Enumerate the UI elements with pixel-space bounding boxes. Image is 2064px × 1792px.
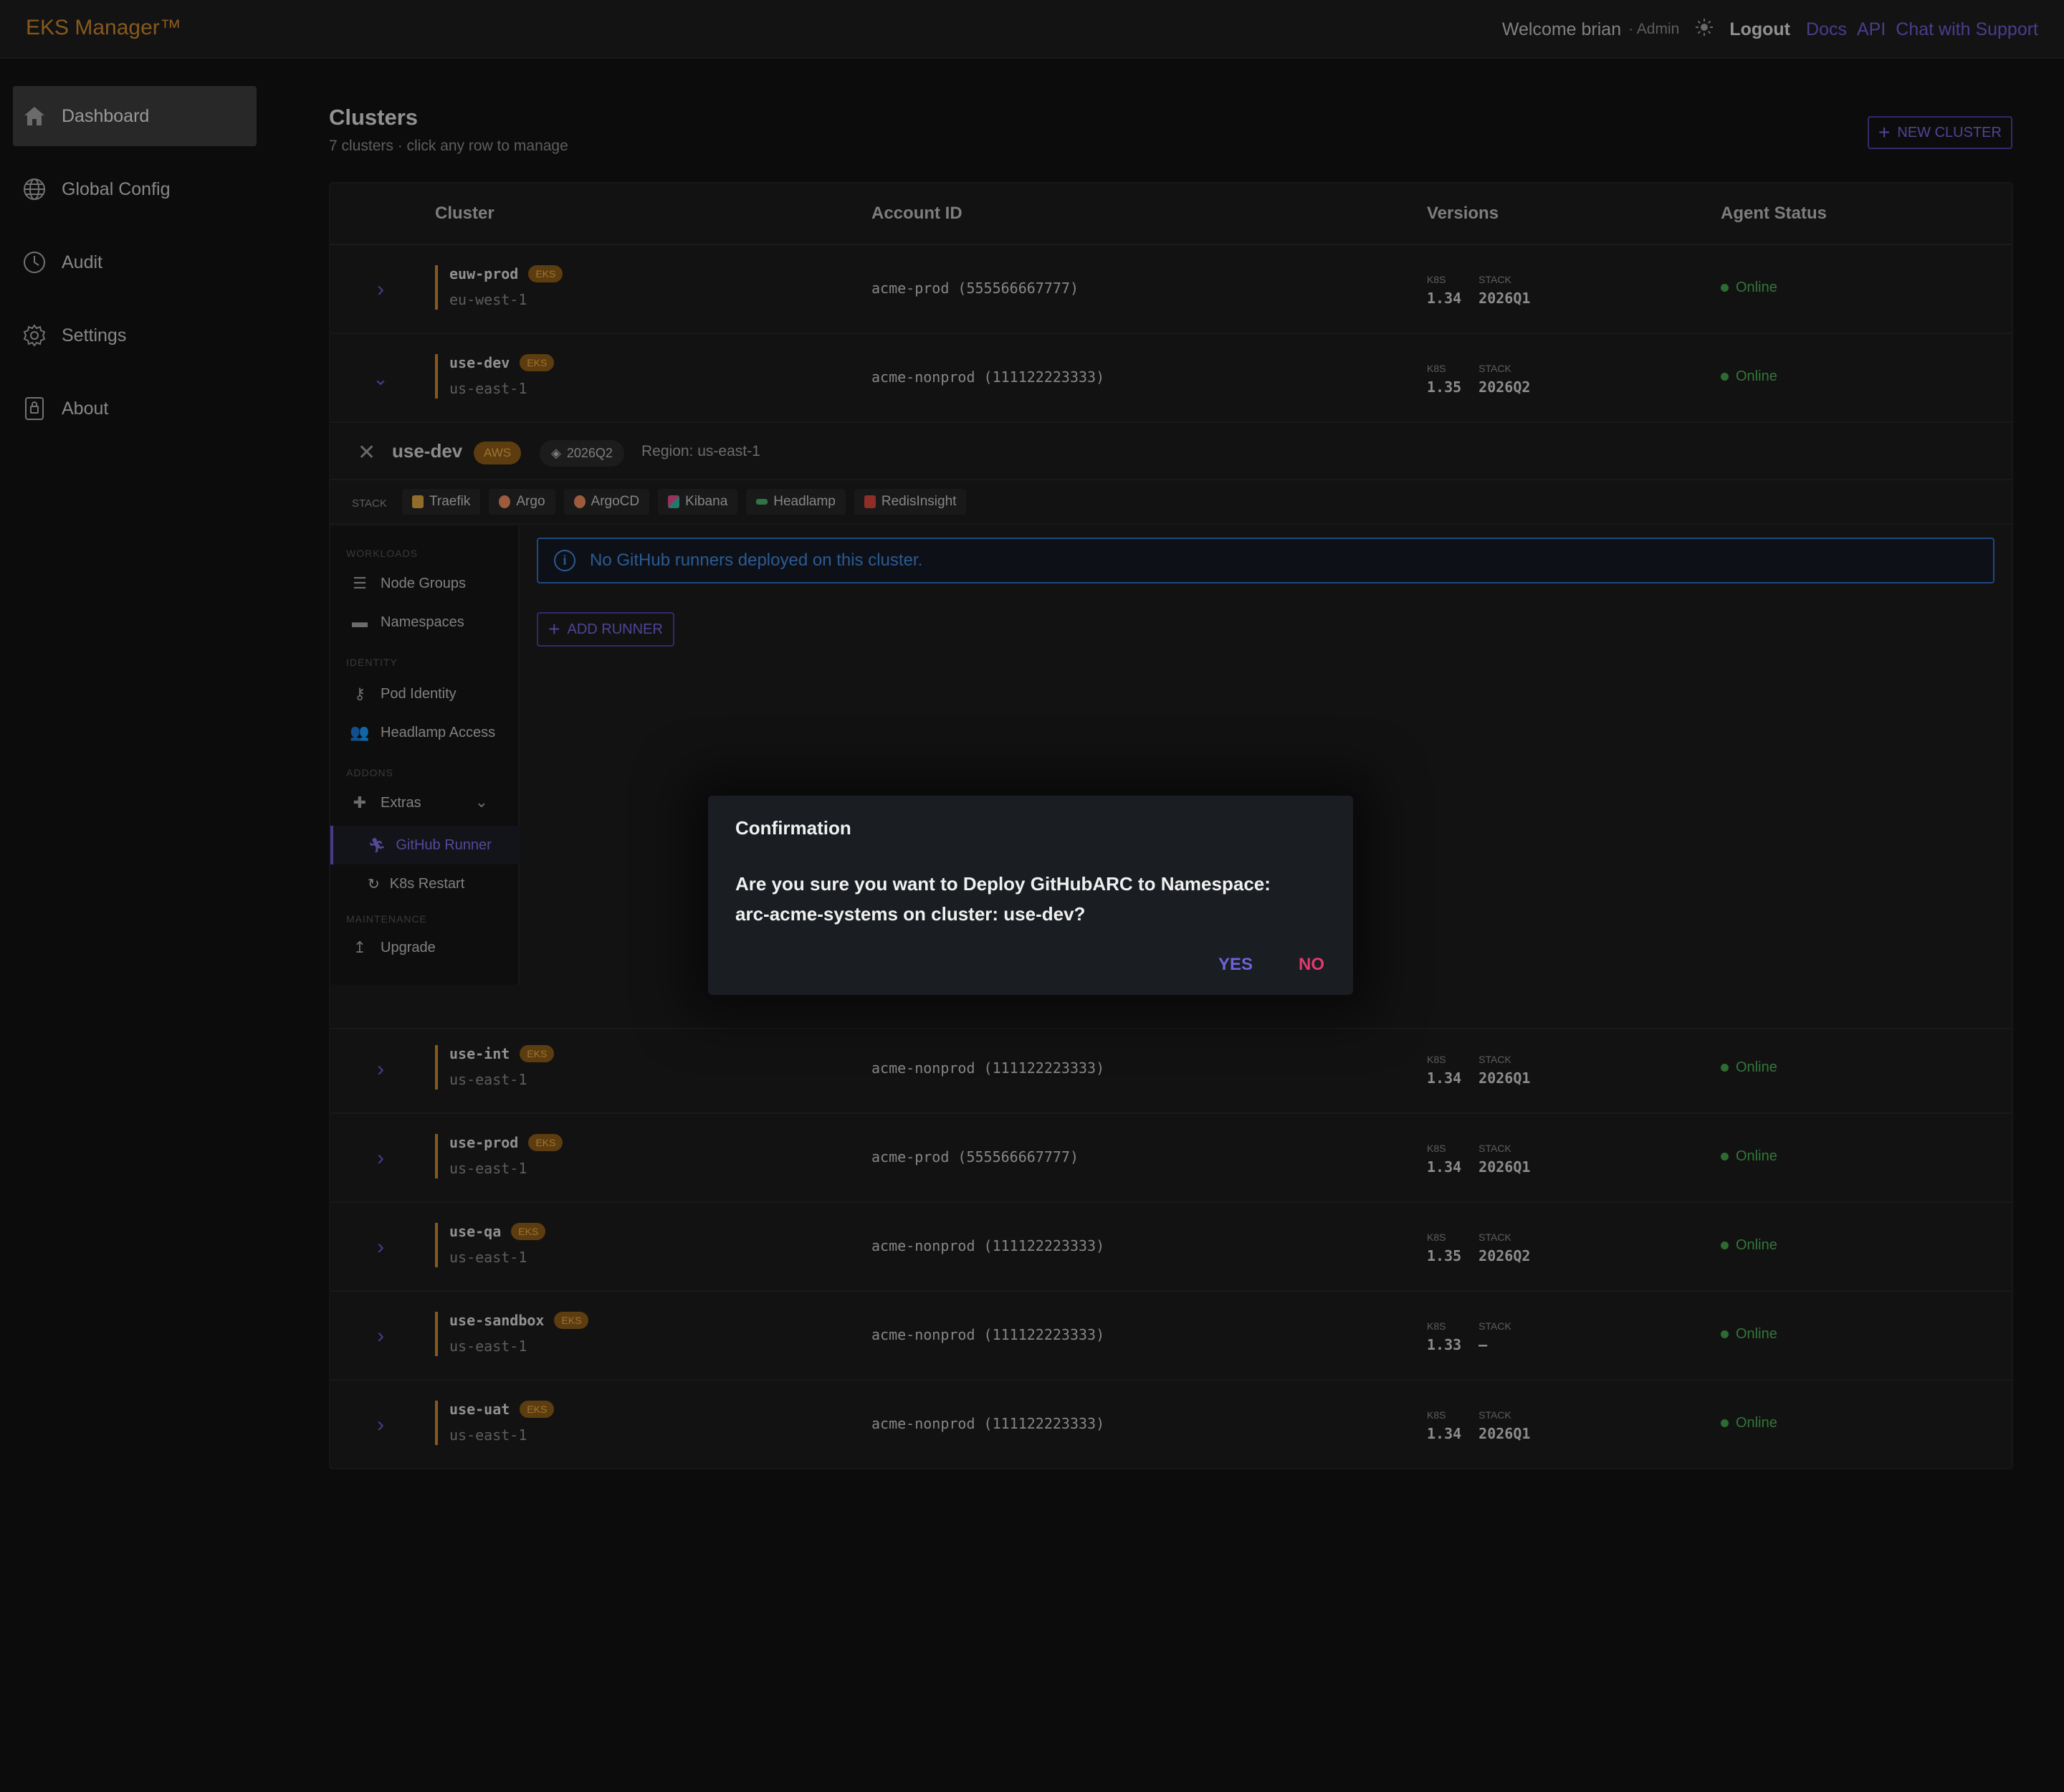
dialog-title: Confirmation <box>735 817 851 839</box>
confirm-yes-button[interactable]: YES <box>1218 955 1253 975</box>
dialog-message: Are you sure you want to Deploy GitHubAR… <box>735 873 1271 925</box>
confirm-no-button[interactable]: NO <box>1299 955 1324 975</box>
confirmation-dialog: Confirmation Are you sure you want to De… <box>708 796 1353 995</box>
